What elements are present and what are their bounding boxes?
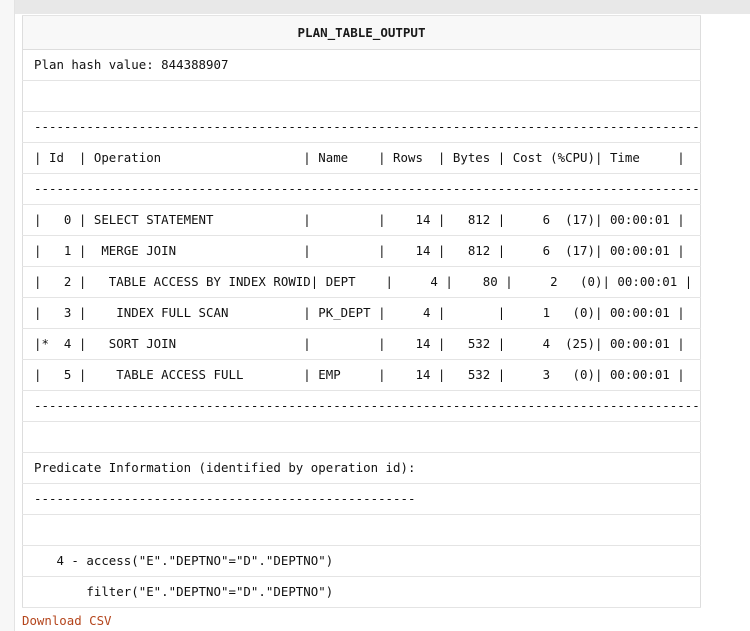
table-row: | 5 | TABLE ACCESS FULL | EMP | 14 | 532…: [22, 359, 701, 391]
table-row: [22, 421, 701, 453]
table-row: [22, 514, 701, 546]
plan-line: ----------------------------------------…: [22, 111, 701, 143]
plan-table-output-table: PLAN_TABLE_OUTPUT Plan hash value: 84438…: [22, 15, 701, 608]
plan-line: | Id | Operation | Name | Rows | Bytes |…: [22, 142, 701, 174]
download-csv-link[interactable]: Download CSV: [22, 613, 112, 628]
table-row: ----------------------------------------…: [22, 390, 701, 422]
plan-line: ----------------------------------------…: [22, 483, 701, 515]
table-row: [22, 80, 701, 112]
plan-line: | 3 | INDEX FULL SCAN | PK_DEPT | 4 | | …: [22, 297, 701, 329]
page-top-band: [0, 0, 750, 14]
plan-line: filter("E"."DEPTNO"="D"."DEPTNO"): [22, 576, 701, 608]
table-row: | 2 | TABLE ACCESS BY INDEX ROWID| DEPT …: [22, 266, 701, 298]
table-row: | 0 | SELECT STATEMENT | | 14 | 812 | 6 …: [22, 204, 701, 236]
plan-line: Predicate Information (identified by ope…: [22, 452, 701, 484]
plan-line: [22, 514, 701, 546]
table-row: ----------------------------------------…: [22, 483, 701, 515]
plan-line: Plan hash value: 844388907: [22, 49, 701, 81]
table-row: Plan hash value: 844388907: [22, 49, 701, 81]
query-result-panel: PLAN_TABLE_OUTPUT Plan hash value: 84438…: [22, 15, 701, 608]
plan-line: |* 4 | SORT JOIN | | 14 | 532 | 4 (25)| …: [22, 328, 701, 360]
plan-table-header-row: PLAN_TABLE_OUTPUT: [22, 15, 701, 50]
plan-line: | 1 | MERGE JOIN | | 14 | 812 | 6 (17)| …: [22, 235, 701, 267]
table-row: |* 4 | SORT JOIN | | 14 | 532 | 4 (25)| …: [22, 328, 701, 360]
plan-line: | 0 | SELECT STATEMENT | | 14 | 812 | 6 …: [22, 204, 701, 236]
table-row: ----------------------------------------…: [22, 173, 701, 205]
table-row: | 3 | INDEX FULL SCAN | PK_DEPT | 4 | | …: [22, 297, 701, 329]
plan-line: [22, 80, 701, 112]
plan-line: | 5 | TABLE ACCESS FULL | EMP | 14 | 532…: [22, 359, 701, 391]
plan-table-body: Plan hash value: 844388907 --------------…: [22, 49, 701, 608]
plan-line: [22, 421, 701, 453]
page-left-band: [0, 0, 15, 631]
plan-line: 4 - access("E"."DEPTNO"="D"."DEPTNO"): [22, 545, 701, 577]
plan-line: ----------------------------------------…: [22, 173, 701, 205]
table-row: | Id | Operation | Name | Rows | Bytes |…: [22, 142, 701, 174]
table-row: 4 - access("E"."DEPTNO"="D"."DEPTNO"): [22, 545, 701, 577]
table-row: filter("E"."DEPTNO"="D"."DEPTNO"): [22, 576, 701, 608]
table-row: ----------------------------------------…: [22, 111, 701, 143]
column-header-plan-table-output[interactable]: PLAN_TABLE_OUTPUT: [22, 15, 701, 50]
plan-line: ----------------------------------------…: [22, 390, 701, 422]
plan-table-head: PLAN_TABLE_OUTPUT: [22, 15, 701, 50]
plan-line: | 2 | TABLE ACCESS BY INDEX ROWID| DEPT …: [22, 266, 701, 298]
table-row: Predicate Information (identified by ope…: [22, 452, 701, 484]
table-row: | 1 | MERGE JOIN | | 14 | 812 | 6 (17)| …: [22, 235, 701, 267]
